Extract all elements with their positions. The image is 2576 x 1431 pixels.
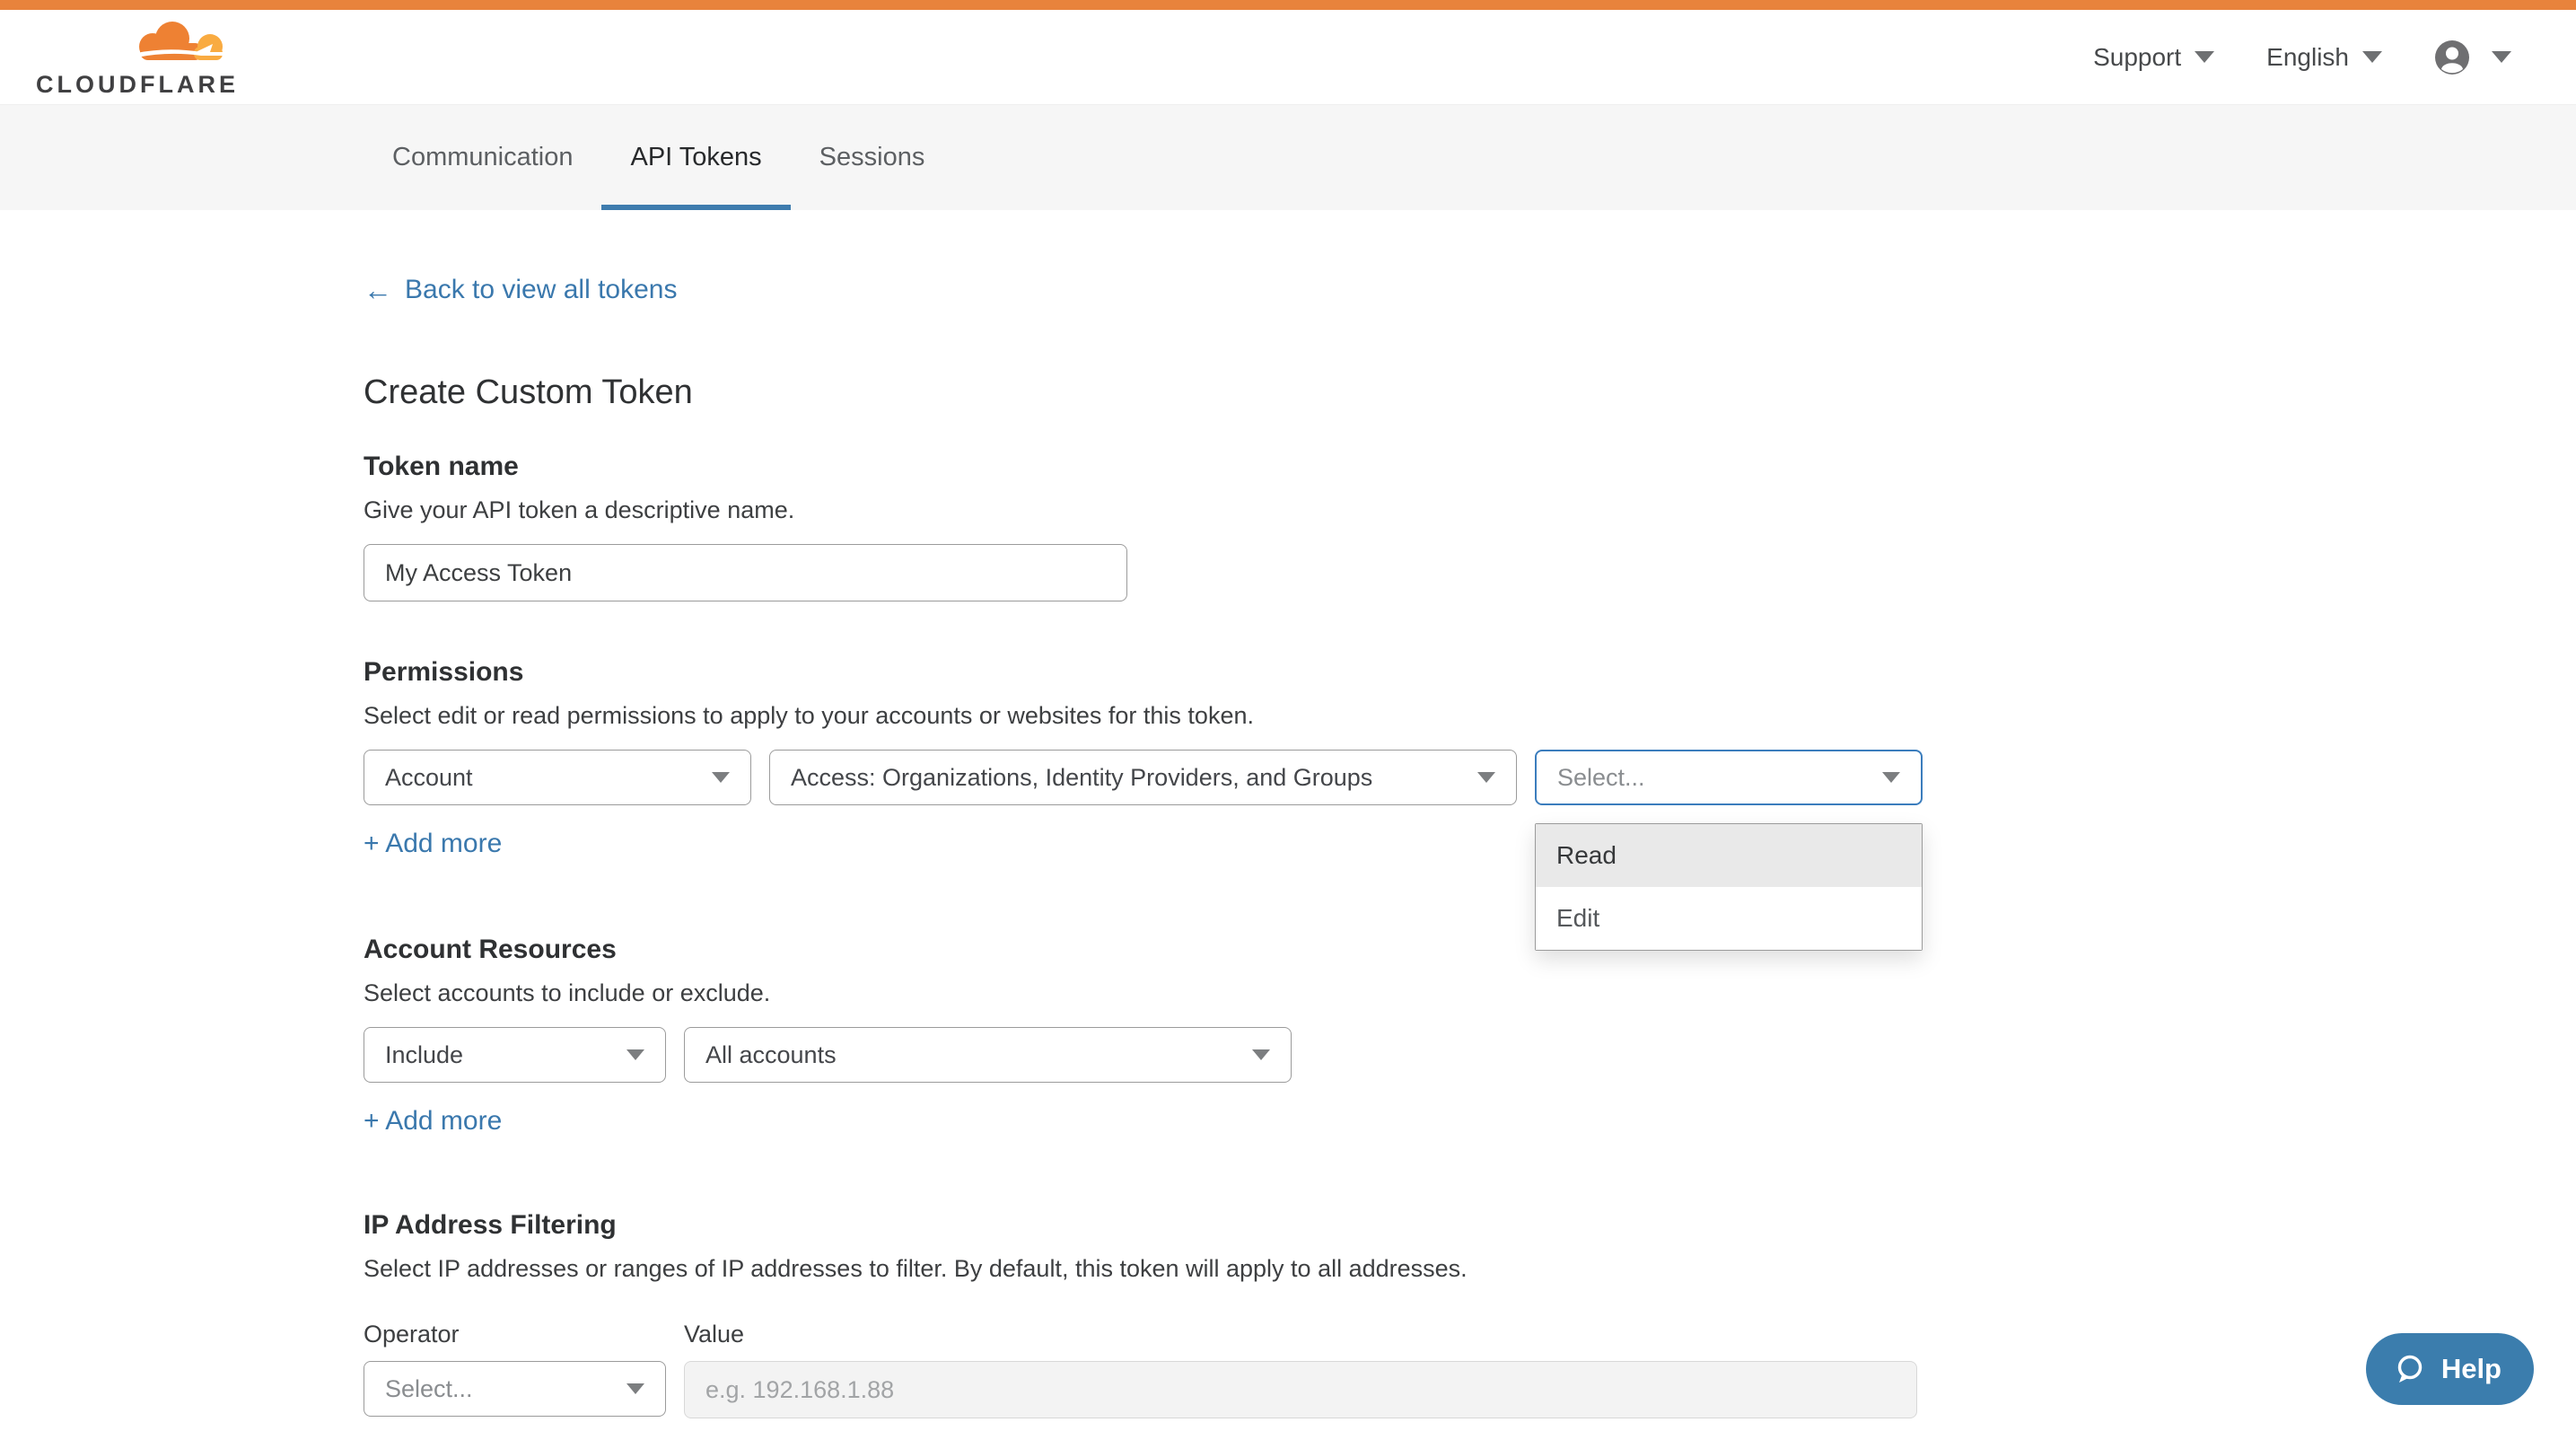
chevron-down-icon bbox=[2492, 51, 2511, 63]
back-arrow-icon: ← bbox=[364, 276, 392, 304]
token-name-description: Give your API token a descriptive name. bbox=[364, 496, 2576, 524]
profile-tabs: Communication API Tokens Sessions bbox=[0, 105, 2576, 210]
chat-bubble-icon bbox=[2393, 1352, 2427, 1386]
top-orange-strip bbox=[0, 0, 2576, 10]
permissions-description: Select edit or read permissions to apply… bbox=[364, 702, 2576, 730]
tab-sessions[interactable]: Sessions bbox=[791, 105, 954, 210]
ip-filtering-description: Select IP addresses or ranges of IP addr… bbox=[364, 1255, 2576, 1283]
chevron-down-icon bbox=[626, 1383, 644, 1394]
tab-communication[interactable]: Communication bbox=[364, 105, 601, 210]
chevron-down-icon bbox=[712, 772, 730, 783]
permissions-section: Permissions Select edit or read permissi… bbox=[364, 657, 2576, 859]
avatar-icon bbox=[2434, 40, 2470, 75]
account-include-dropdown[interactable]: Include bbox=[364, 1027, 666, 1083]
ip-value-input[interactable] bbox=[684, 1361, 1917, 1418]
support-menu[interactable]: Support bbox=[2093, 43, 2214, 72]
cloudflare-cloud-icon bbox=[126, 16, 226, 68]
token-name-heading: Token name bbox=[364, 452, 2576, 482]
operator-label: Operator bbox=[364, 1321, 666, 1348]
active-tab-underline bbox=[601, 205, 790, 210]
menu-option-read[interactable]: Read bbox=[1536, 824, 1922, 887]
permission-access-value: Select... bbox=[1557, 764, 1645, 792]
ip-filtering-section: IP Address Filtering Select IP addresses… bbox=[364, 1210, 2576, 1418]
account-resources-heading: Account Resources bbox=[364, 935, 2576, 965]
header: CLOUDFLARE Support English bbox=[0, 10, 2576, 105]
cloudflare-logo[interactable]: CLOUDFLARE bbox=[36, 16, 230, 99]
main-content: ← Back to view all tokens Create Custom … bbox=[0, 210, 2576, 1418]
menu-option-edit[interactable]: Edit bbox=[1536, 887, 1922, 950]
token-name-section: Token name Give your API token a descrip… bbox=[364, 452, 2576, 601]
permission-scope-value: Account bbox=[385, 764, 473, 792]
support-menu-label: Support bbox=[2093, 43, 2181, 72]
permission-access-select: Select... Read Edit bbox=[1535, 750, 1923, 805]
account-resources-description: Select accounts to include or exclude. bbox=[364, 979, 2576, 1007]
account-resources-add-more-link[interactable]: + Add more bbox=[364, 1106, 502, 1137]
account-resources-section: Account Resources Select accounts to inc… bbox=[364, 935, 2576, 1137]
account-menu[interactable] bbox=[2434, 40, 2511, 75]
header-right-menu: Support English bbox=[2093, 40, 2511, 75]
help-button[interactable]: Help bbox=[2366, 1333, 2534, 1405]
help-button-label: Help bbox=[2441, 1353, 2502, 1385]
menu-option-read-label: Read bbox=[1556, 841, 1617, 870]
chevron-down-icon bbox=[1252, 1049, 1270, 1060]
permissions-row: Account Access: Organizations, Identity … bbox=[364, 750, 2576, 805]
language-menu[interactable]: English bbox=[2266, 43, 2382, 72]
ip-filtering-labels: Operator Value bbox=[364, 1321, 2576, 1348]
permissions-heading: Permissions bbox=[364, 657, 2576, 688]
chevron-down-icon bbox=[626, 1049, 644, 1060]
access-options-menu: Read Edit bbox=[1535, 823, 1923, 951]
permission-access-dropdown[interactable]: Select... bbox=[1535, 750, 1923, 805]
back-link-label: Back to view all tokens bbox=[405, 275, 677, 305]
permission-group-dropdown[interactable]: Access: Organizations, Identity Provider… bbox=[769, 750, 1517, 805]
permission-group-value: Access: Organizations, Identity Provider… bbox=[791, 764, 1372, 792]
ip-filtering-heading: IP Address Filtering bbox=[364, 1210, 2576, 1241]
chevron-down-icon bbox=[1477, 772, 1495, 783]
account-resource-dropdown[interactable]: All accounts bbox=[684, 1027, 1292, 1083]
tab-communication-label: Communication bbox=[392, 143, 573, 172]
tab-sessions-label: Sessions bbox=[819, 143, 925, 172]
token-name-input[interactable] bbox=[364, 544, 1127, 601]
tab-api-tokens[interactable]: API Tokens bbox=[601, 105, 790, 210]
cloudflare-logo-text: CLOUDFLARE bbox=[36, 71, 230, 99]
ip-filtering-row: Select... bbox=[364, 1361, 2576, 1418]
account-resource-value: All accounts bbox=[705, 1041, 837, 1069]
chevron-down-icon bbox=[2195, 51, 2214, 63]
back-to-tokens-link[interactable]: ← Back to view all tokens bbox=[364, 275, 677, 305]
ip-operator-value: Select... bbox=[385, 1375, 473, 1403]
permissions-add-more-link[interactable]: + Add more bbox=[364, 829, 502, 859]
tab-api-tokens-label: API Tokens bbox=[630, 143, 761, 172]
page-title: Create Custom Token bbox=[364, 373, 2576, 412]
permission-scope-dropdown[interactable]: Account bbox=[364, 750, 751, 805]
chevron-down-icon bbox=[2362, 51, 2382, 63]
chevron-down-icon bbox=[1882, 772, 1900, 783]
ip-operator-dropdown[interactable]: Select... bbox=[364, 1361, 666, 1417]
account-include-value: Include bbox=[385, 1041, 463, 1069]
menu-option-edit-label: Edit bbox=[1556, 904, 1599, 933]
account-resources-row: Include All accounts bbox=[364, 1027, 2576, 1083]
language-menu-label: English bbox=[2266, 43, 2349, 72]
value-label: Value bbox=[684, 1321, 744, 1348]
